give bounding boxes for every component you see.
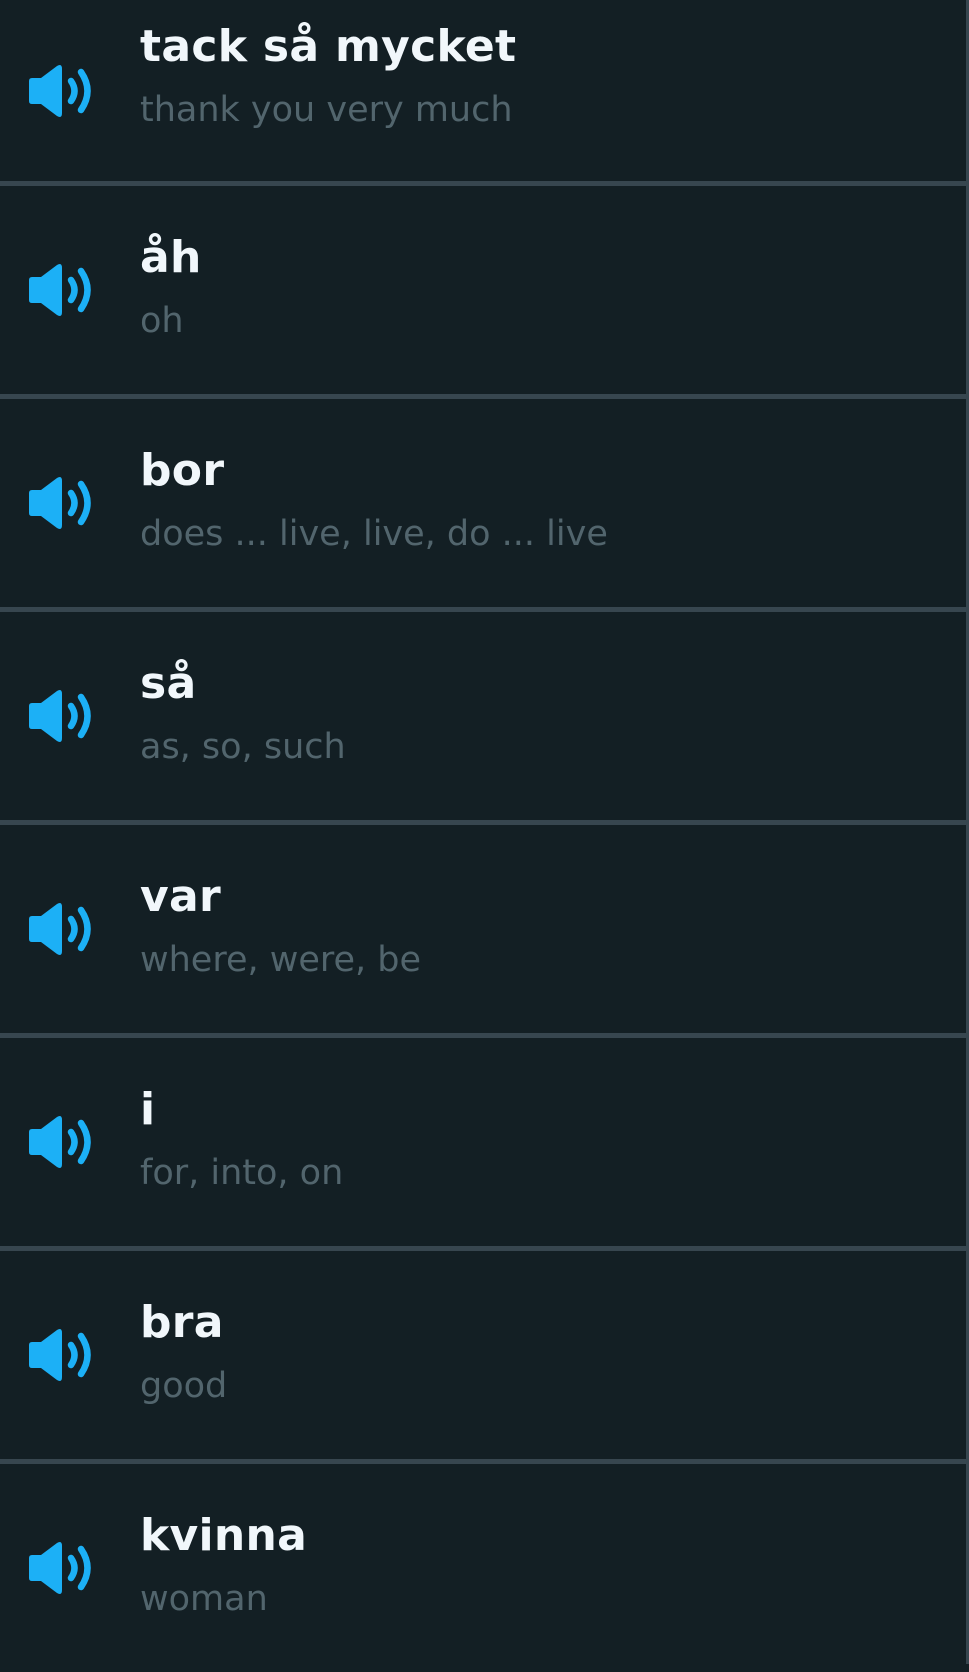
speaker-icon[interactable]	[26, 901, 96, 957]
speaker-icon[interactable]	[26, 688, 96, 744]
word-translation: as, so, such	[140, 727, 346, 767]
word-text: kvinna woman	[140, 1508, 956, 1624]
word-term: kvinna	[140, 1510, 308, 1561]
word-term: bor	[140, 445, 225, 496]
speaker-icon[interactable]	[26, 475, 96, 531]
word-text: tack så mycket thank you very much	[140, 19, 956, 135]
word-row: så as, so, such	[0, 612, 966, 825]
word-translation: oh	[140, 301, 184, 341]
speaker-icon[interactable]	[26, 1114, 96, 1170]
speaker-icon[interactable]	[26, 262, 96, 318]
word-row: i for, into, on	[0, 1038, 966, 1251]
word-row: bra good	[0, 1251, 966, 1464]
word-list: tack så mycket thank you very much åh oh	[0, 0, 966, 1672]
word-term: bra	[140, 1297, 224, 1348]
word-row: bor does ... live, live, do ... live	[0, 399, 966, 612]
word-translation: for, into, on	[140, 1153, 344, 1193]
word-translation: good	[140, 1366, 228, 1406]
word-translation: where, were, be	[140, 940, 422, 980]
speaker-icon[interactable]	[26, 1540, 96, 1596]
word-term: så	[140, 658, 197, 709]
word-translation: does ... live, live, do ... live	[140, 514, 608, 554]
word-text: var where, were, be	[140, 869, 956, 985]
word-text: bor does ... live, live, do ... live	[140, 443, 956, 559]
word-text: åh oh	[140, 230, 956, 346]
word-text: i for, into, on	[140, 1082, 956, 1198]
word-row: kvinna woman	[0, 1464, 966, 1672]
speaker-icon[interactable]	[26, 63, 96, 119]
speaker-icon[interactable]	[26, 1327, 96, 1383]
word-translation: thank you very much	[140, 89, 513, 130]
word-row: tack så mycket thank you very much	[0, 0, 966, 186]
word-translation: woman	[140, 1579, 268, 1619]
word-row: åh oh	[0, 186, 966, 399]
word-term: var	[140, 871, 221, 922]
word-term: i	[140, 1084, 156, 1135]
word-text: så as, so, such	[140, 656, 956, 772]
word-term: åh	[140, 232, 202, 283]
word-row: var where, were, be	[0, 825, 966, 1038]
word-text: bra good	[140, 1295, 956, 1411]
word-term: tack så mycket	[140, 20, 517, 72]
